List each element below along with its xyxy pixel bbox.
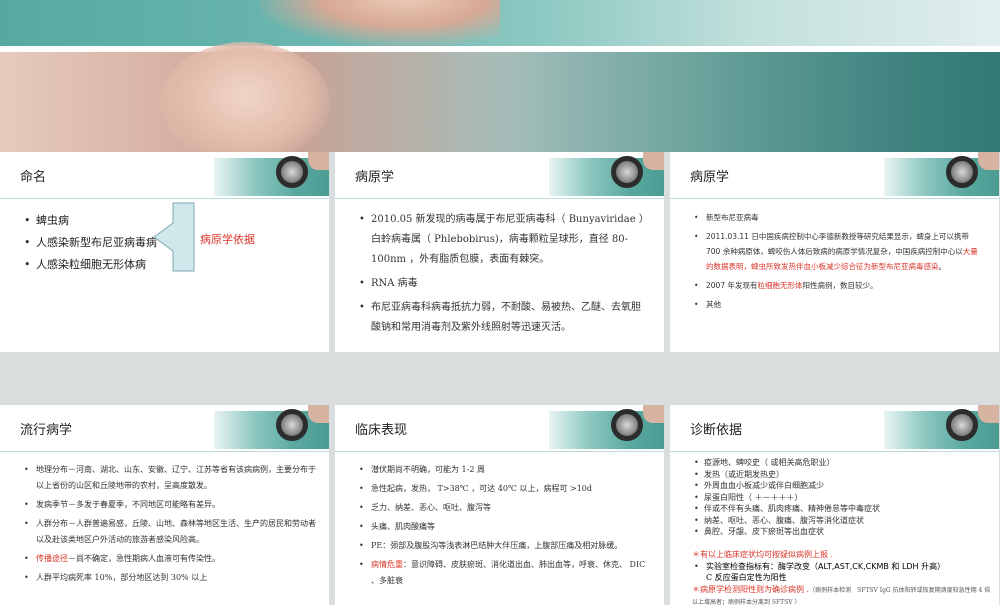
list-item: 其他 bbox=[692, 297, 982, 312]
item-text: 。 bbox=[939, 262, 947, 271]
slide-header: 临床表现 bbox=[335, 405, 664, 452]
highlight-text: 传播途径 bbox=[36, 554, 68, 563]
item-text: 升高） bbox=[919, 562, 946, 571]
slide-title: 病原学 bbox=[690, 166, 729, 185]
item-text: 实验室检查指标有：酶学改变（ bbox=[706, 562, 818, 571]
list-item: 人群平均病死率 10%，部分地区达到 30% 以上 bbox=[22, 570, 317, 586]
doctor-stethoscope-image bbox=[549, 152, 664, 196]
highlight-text: 粒细胞无形体 bbox=[757, 281, 802, 290]
slide-diagnosis[interactable]: 诊断依据 疫源地、蜱咬史（ 或相关高危职业） 发热（或近期发热史） 外周血血小板… bbox=[670, 405, 999, 605]
confirmed-case-note: ＊病原学检测阳性则为确诊病例 .（病例样本检测 SFTSV IgG 抗体阳转或恢… bbox=[692, 584, 992, 605]
slide-header: 诊断依据 bbox=[670, 405, 999, 452]
banner-top-image bbox=[0, 0, 1000, 46]
list-item: 病情危重：意识障碍、皮肤瘀斑、消化道出血、肺出血等，呼衰、休克、 DIC 、多脏… bbox=[357, 557, 647, 589]
list-item: 人感染新型布尼亚病毒病 bbox=[22, 232, 157, 254]
slide-naming[interactable]: 命名 蜱虫病 人感染新型布尼亚病毒病 人感染粒细胞无形体病 病原学依据 bbox=[0, 152, 329, 352]
item-text: 2007 年发现有 bbox=[706, 281, 757, 290]
slide-header: 病原学 bbox=[335, 152, 664, 199]
list-item: 发病季节－多发于春夏季，不同地区可能略有差异。 bbox=[22, 497, 317, 513]
list-item: 人感染粒细胞无形体病 bbox=[22, 254, 157, 276]
bullet-list: 疫源地、蜱咬史（ 或相关高危职业） 发热（或近期发热史） 外周血血小板减少或伴白… bbox=[692, 457, 992, 538]
list-item: 实验室检查指标有：酶学改变（ALT,AST,CK,CKMB 和 LDH 升高） C… bbox=[692, 561, 992, 584]
item-text: 阳性病例，数目较少。 bbox=[802, 281, 877, 290]
doctor-stethoscope-image bbox=[884, 405, 999, 449]
header-banner bbox=[0, 0, 1000, 152]
highlight-text: 病情危重 bbox=[371, 560, 403, 569]
slide-etiology[interactable]: 病原学 2010.05 新发现的病毒属于布尼亚病毒科（ Bunyaviridae… bbox=[335, 152, 664, 352]
item-text: ALT,AST,CK,CKMB bbox=[818, 562, 889, 571]
list-item: 蜱虫病 bbox=[22, 210, 157, 232]
list-item: 疫源地、蜱咬史（ 或相关高危职业） bbox=[692, 457, 992, 469]
slide-title: 命名 bbox=[20, 166, 46, 185]
slide-title: 流行病学 bbox=[20, 419, 72, 438]
slide-epidemiology[interactable]: 流行病学 地理分布－河南、湖北、山东、安徽、辽宁、江苏等省有该病病例，主要分布于… bbox=[0, 405, 329, 605]
left-arrow-icon bbox=[153, 202, 195, 272]
list-item: 尿蛋白阳性（ ＋－＋＋＋） bbox=[692, 492, 992, 504]
list-item: 传播途径－尚不确定，急性期病人血液可有传染性。 bbox=[22, 551, 317, 567]
list-item: 发热（或近期发热史） bbox=[692, 469, 992, 481]
slide-header: 流行病学 bbox=[0, 405, 329, 452]
list-item: 潜伏期尚不明确，可能为 1-2 周 bbox=[357, 462, 647, 478]
bullet-list: 潜伏期尚不明确，可能为 1-2 周 急性起病，发热， T>38℃ ，可达 40℃… bbox=[357, 462, 647, 592]
slide-title: 病原学 bbox=[355, 166, 394, 185]
bullet-list: 2010.05 新发现的病毒属于布尼亚病毒科（ Bunyaviridae ）白蛉… bbox=[357, 210, 647, 342]
item-text: ：意识障碍、皮肤瘀斑、消化道出血、肺出血等，呼衰、休克、 DIC 、多脏衰 bbox=[371, 560, 645, 585]
list-item: 人群分布－人群普遍易感，丘陵、山地、森林等地区生活、生产的居民和劳动者以及赴该类… bbox=[22, 516, 317, 548]
slide-header: 病原学 bbox=[670, 152, 999, 199]
lab-list: 实验室检查指标有：酶学改变（ALT,AST,CK,CKMB 和 LDH 升高） C… bbox=[692, 561, 992, 584]
bullet-list: 地理分布－河南、湖北、山东、安徽、辽宁、江苏等省有该病病例，主要分布于以上省份的… bbox=[22, 462, 317, 589]
slide-header: 命名 bbox=[0, 152, 329, 199]
list-item: 2010.05 新发现的病毒属于布尼亚病毒科（ Bunyaviridae ）白蛉… bbox=[357, 210, 647, 270]
doctor-stethoscope-image bbox=[214, 152, 329, 196]
diagnosis-notes: ＊有以上临床症状均可按疑似病例上报 . 实验室检查指标有：酶学改变（ALT,AS… bbox=[692, 549, 992, 605]
slide-clinical[interactable]: 临床表现 潜伏期尚不明确，可能为 1-2 周 急性起病，发热， T>38℃ ，可… bbox=[335, 405, 664, 605]
list-item: 2007 年发现有粒细胞无形体阳性病例，数目较少。 bbox=[692, 278, 982, 293]
list-item: 头痛、肌肉酸痛等 bbox=[357, 519, 647, 535]
item-text: LDH bbox=[902, 562, 919, 571]
doctor-stethoscope-image bbox=[549, 405, 664, 449]
list-item: 急性起病，发热， T>38℃ ，可达 40℃ 以上，病程可 >10d bbox=[357, 481, 647, 497]
slide-etiology-2[interactable]: 病原学 新型布尼亚病毒 2011.03.11 日中国疾病控制中心李德新教授等研究… bbox=[670, 152, 999, 352]
bullet-list: 蜱虫病 人感染新型布尼亚病毒病 人感染粒细胞无形体病 bbox=[22, 210, 157, 276]
item-text: 和 bbox=[889, 562, 902, 571]
doctor-stethoscope-image bbox=[884, 152, 999, 196]
list-item: PE：颈部及腹股沟等浅表淋巴结肿大伴压痛，上腹部压痛及相对脉缓。 bbox=[357, 538, 647, 554]
banner-photo bbox=[0, 52, 1000, 152]
list-item: 新型布尼亚病毒 bbox=[692, 210, 982, 225]
list-item: 纳差、呕吐、恶心、腹痛、腹泻等消化道症状 bbox=[692, 515, 992, 527]
list-item: 伴或不伴有头痛、肌肉疼痛、精神倦怠等中毒症状 bbox=[692, 503, 992, 515]
list-item: 布尼亚病毒科病毒抵抗力弱，不耐酸、易被热、乙醚、去氧胆酸钠和常用消毒剂及紫外线照… bbox=[357, 298, 647, 338]
item-text: C 反应蛋白定性为阳性 bbox=[706, 573, 787, 582]
list-item: RNA 病毒 bbox=[357, 274, 647, 294]
slide-title: 临床表现 bbox=[355, 419, 407, 438]
suspected-case-note: ＊有以上临床症状均可按疑似病例上报 . bbox=[692, 549, 992, 561]
highlight-text: ＊病原学检测阳性则为确诊病例 . bbox=[692, 585, 809, 594]
doctor-stethoscope-image bbox=[214, 405, 329, 449]
list-item: 鼻腔、牙龈、皮下瘀斑等出血症状 bbox=[692, 526, 992, 538]
slide-title: 诊断依据 bbox=[690, 419, 742, 438]
etiology-basis-note: 病原学依据 bbox=[200, 231, 255, 247]
list-item: 外周血血小板减少或伴白细胞减少 bbox=[692, 480, 992, 492]
item-text: 2011.03.11 日中国疾病控制中心李德新教授等研究结果显示，蜱身上可以携带… bbox=[706, 232, 969, 256]
item-text: －尚不确定，急性期病人血液可有传染性。 bbox=[68, 554, 220, 563]
bullet-list: 新型布尼亚病毒 2011.03.11 日中国疾病控制中心李德新教授等研究结果显示… bbox=[692, 210, 982, 316]
list-item: 2011.03.11 日中国疾病控制中心李德新教授等研究结果显示，蜱身上可以携带… bbox=[692, 229, 982, 274]
list-item: 地理分布－河南、湖北、山东、安徽、辽宁、江苏等省有该病病例，主要分布于以上省份的… bbox=[22, 462, 317, 494]
list-item: 乏力、纳差、恶心、呕吐、腹泻等 bbox=[357, 500, 647, 516]
